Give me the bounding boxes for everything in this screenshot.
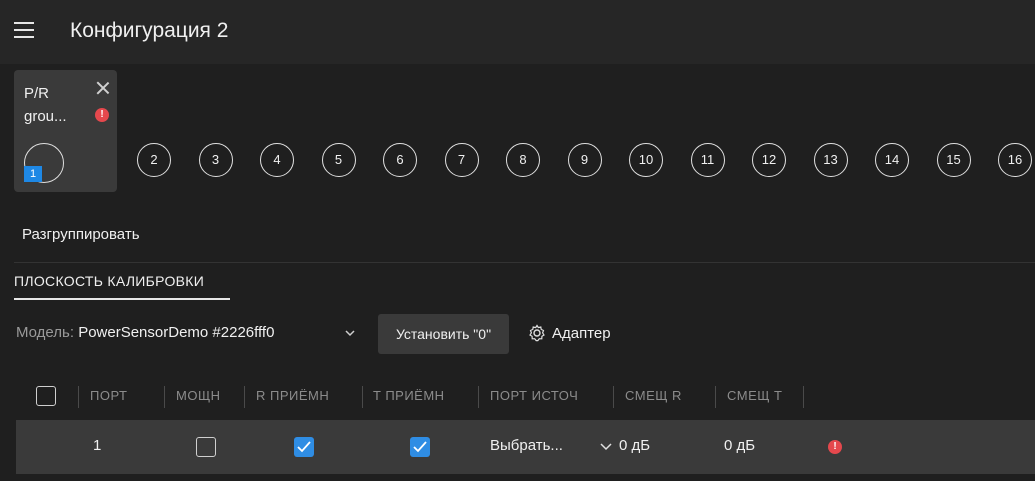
close-icon[interactable] <box>95 80 111 96</box>
column-header-offset-t: СМЕЩ T <box>727 388 783 403</box>
select-all-checkbox[interactable] <box>36 386 56 406</box>
port-16-circle[interactable]: 16 <box>998 143 1032 177</box>
adapter-button[interactable]: Адаптер <box>528 324 611 342</box>
column-header-t-rx: T ПРИЁМН <box>373 388 445 403</box>
column-header-power: МОЩН <box>176 388 221 403</box>
column-divider <box>478 386 479 408</box>
port-10-circle[interactable]: 10 <box>629 143 663 177</box>
port-13-circle[interactable]: 13 <box>813 143 848 177</box>
port-4-circle[interactable]: 4 <box>260 143 294 177</box>
tab-calibration-plane[interactable]: ПЛОСКОСТЬ КАЛИБРОВКИ <box>14 273 204 289</box>
r-rx-checkbox[interactable] <box>294 437 314 457</box>
set-zero-button[interactable]: Установить "0" <box>378 314 509 354</box>
port-11-circle[interactable]: 11 <box>690 143 725 177</box>
title-bar: Конфигурация 2 <box>0 0 1035 64</box>
check-icon <box>413 441 427 453</box>
table-header: ПОРТ МОЩН R ПРИЁМН T ПРИЁМН ПОРТ ИСТОЧ С… <box>16 384 1035 412</box>
model-selector[interactable]: Модель: PowerSensorDemo #2226fff0 <box>16 324 274 341</box>
port-1-badge: 1 <box>24 166 42 182</box>
column-header-offset-r: СМЕЩ R <box>625 388 682 403</box>
table-row[interactable]: 1 Выбрать... 0 дБ 0 дБ ! <box>16 420 1035 474</box>
column-divider <box>164 386 165 408</box>
port-6-circle[interactable]: 6 <box>383 143 417 177</box>
column-divider <box>362 386 363 408</box>
divider <box>14 262 1035 263</box>
port-14-circle[interactable]: 14 <box>875 143 909 177</box>
column-header-r-rx: R ПРИЁМН <box>256 388 330 403</box>
menu-icon[interactable] <box>14 22 34 40</box>
page-title: Конфигурация 2 <box>70 19 229 42</box>
port-12-circle[interactable]: 12 <box>752 143 786 177</box>
column-header-port: ПОРТ <box>90 388 128 403</box>
model-value: PowerSensorDemo #2226fff0 <box>78 324 275 341</box>
power-checkbox[interactable] <box>196 437 216 457</box>
t-rx-checkbox[interactable] <box>410 437 430 457</box>
error-icon: ! <box>828 440 842 454</box>
adapter-label: Адаптер <box>552 324 611 342</box>
column-header-source-port: ПОРТ ИСТОЧ <box>490 388 579 403</box>
column-divider <box>613 386 614 408</box>
port-2-circle[interactable]: 2 <box>137 143 171 177</box>
tab-indicator <box>14 298 230 300</box>
port-8-circle[interactable]: 8 <box>506 143 540 177</box>
cell-offset-r[interactable]: 0 дБ <box>619 437 650 454</box>
port-5-circle[interactable]: 5 <box>321 143 356 177</box>
column-divider <box>244 386 245 408</box>
error-icon: ! <box>95 108 109 122</box>
gear-icon <box>529 324 545 342</box>
column-divider <box>715 386 716 408</box>
chevron-down-icon[interactable] <box>600 441 612 453</box>
port-9-circle[interactable]: 9 <box>567 143 602 177</box>
port-3-circle[interactable]: 3 <box>198 143 233 177</box>
check-icon <box>297 441 311 453</box>
cell-port: 1 <box>93 437 102 454</box>
port-15-circle[interactable]: 15 <box>936 143 971 177</box>
column-divider <box>803 386 804 408</box>
chevron-down-icon[interactable] <box>344 327 356 339</box>
source-port-select[interactable]: Выбрать... <box>490 437 563 454</box>
port-7-circle[interactable]: 7 <box>444 143 479 177</box>
model-label: Модель: <box>16 324 75 341</box>
ungroup-button[interactable]: Разгруппировать <box>22 226 140 243</box>
cell-offset-t[interactable]: 0 дБ <box>724 437 755 454</box>
group-name: P/R grou... <box>24 85 67 125</box>
column-divider <box>78 386 79 408</box>
